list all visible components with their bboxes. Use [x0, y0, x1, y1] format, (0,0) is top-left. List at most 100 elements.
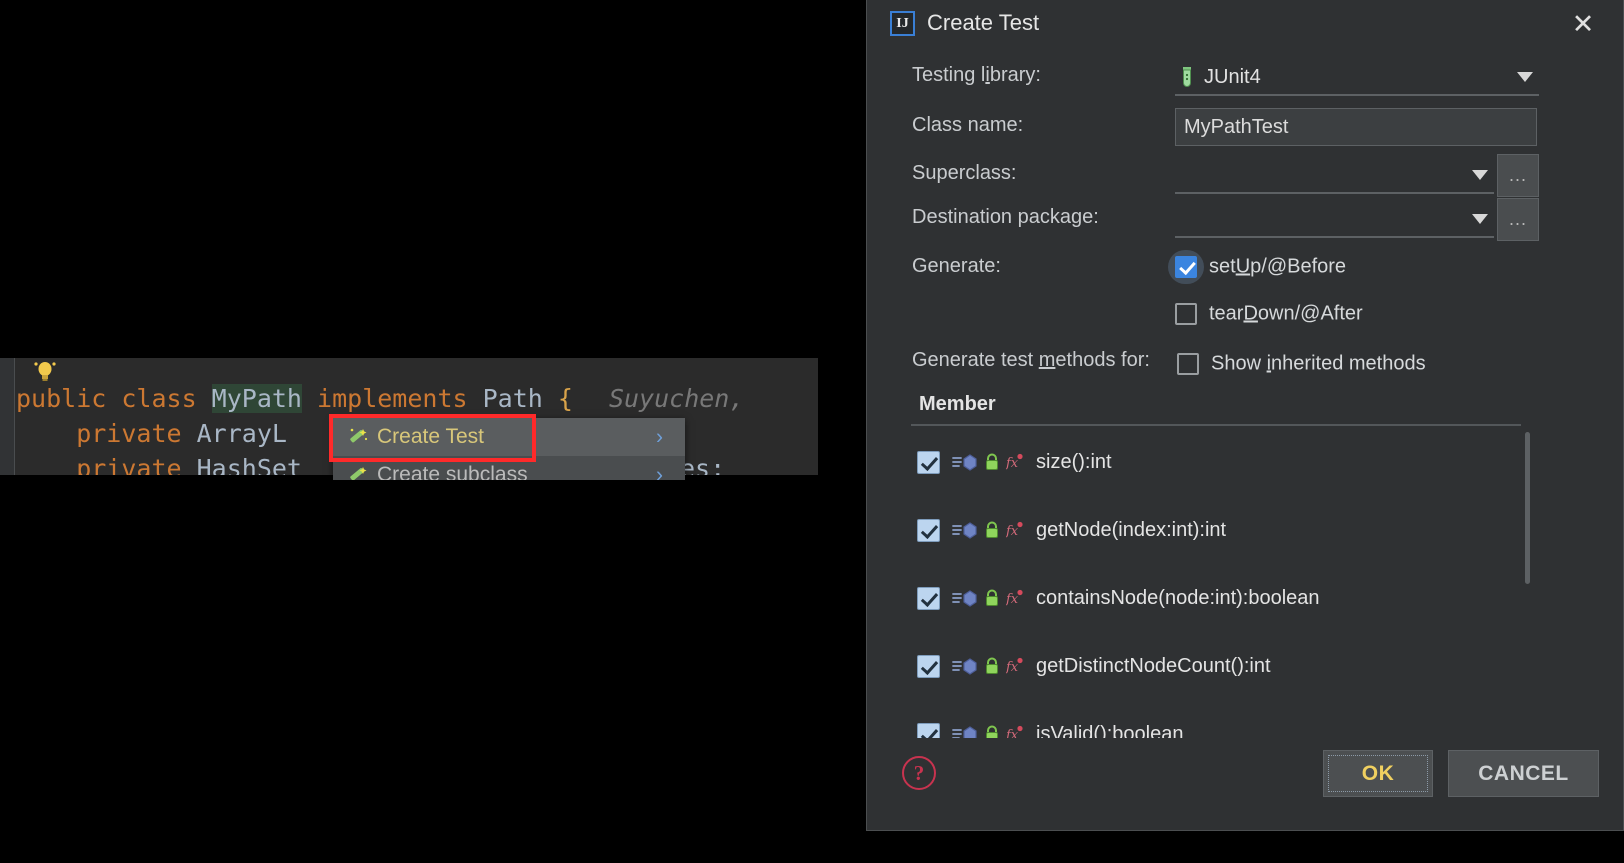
- setup-before-label: setUp/@Before: [1209, 256, 1346, 279]
- member-icon-group-1: fx: [952, 520, 1024, 540]
- teardown-label-pre: tear: [1209, 302, 1244, 325]
- member-name-2: containsNode(node:int):boolean: [1036, 586, 1320, 609]
- show-inherited-methods-label: Show inherited methods: [1211, 353, 1426, 376]
- member-list[interactable]: fx size():int fx getNode(index:int):int: [911, 428, 1529, 738]
- code-token-public: public: [16, 384, 122, 413]
- function-fx-icon: fx: [1006, 453, 1023, 471]
- field-row-destination-package: Destination package: ...: [877, 196, 1613, 248]
- chevron-right-icon: ›: [656, 425, 663, 449]
- code-token-path: Path: [467, 384, 558, 413]
- destination-package-combobox[interactable]: [1175, 202, 1494, 238]
- member-icon-group-3: fx: [952, 656, 1024, 676]
- override-method-icon: [952, 590, 977, 607]
- member-name-3: getDistinctNodeCount():int: [1036, 654, 1271, 677]
- field-row-class-name: Class name: MyPathTest: [877, 104, 1613, 152]
- context-menu-label: Create Test: [377, 425, 484, 448]
- member-checkbox-3[interactable]: [917, 654, 940, 678]
- code-token-implements: implements: [301, 384, 468, 413]
- function-fx-icon: fx: [1006, 589, 1023, 607]
- show-inherited-post: nherited methods: [1271, 352, 1426, 375]
- screen-root: public class MyPath implements Path { Suy…: [0, 0, 1624, 863]
- create-test-dialog: IJ Create Test ✕ Testing library: JUnit4…: [866, 0, 1624, 831]
- code-token-arraylist: ArrayL: [196, 419, 287, 448]
- code-token-hashset: HashSet: [196, 454, 302, 475]
- cancel-button[interactable]: CANCEL: [1448, 750, 1599, 797]
- member-checkbox-4[interactable]: [917, 722, 940, 738]
- close-icon[interactable]: ✕: [1567, 8, 1599, 40]
- magic-wand-icon-2: [346, 464, 368, 480]
- override-method-icon: [952, 726, 977, 738]
- testing-library-combobox[interactable]: JUnit4: [1175, 60, 1539, 96]
- magic-wand-icon: [346, 426, 368, 448]
- svg-text:fx: fx: [1006, 524, 1019, 539]
- class-name-input[interactable]: MyPathTest: [1175, 108, 1537, 146]
- setup-before-checkbox[interactable]: [1175, 256, 1197, 278]
- member-column-header: Member: [919, 393, 996, 415]
- show-inherited-methods-checkbox[interactable]: [1177, 353, 1199, 375]
- field-row-superclass: Superclass: ...: [877, 152, 1613, 197]
- dialog-titlebar: IJ Create Test ✕: [877, 0, 1613, 48]
- intellij-idea-icon-text: IJ: [896, 15, 909, 31]
- generate-methods-row: Generate test methods for: Show inherite…: [877, 342, 1613, 386]
- setup-label-pre: set: [1209, 255, 1236, 278]
- destination-package-label: Destination package:: [912, 206, 1099, 228]
- testing-library-label: Testing library:: [912, 64, 1041, 87]
- chevron-down-icon-package[interactable]: [1472, 214, 1488, 224]
- public-lock-icon: [986, 521, 998, 538]
- member-icon-group-0: fx: [952, 452, 1024, 472]
- superclass-combobox[interactable]: [1175, 158, 1494, 194]
- setup-label-mnemonic: U: [1235, 255, 1251, 278]
- code-token-class: class: [121, 384, 212, 413]
- member-header-divider: [911, 424, 1521, 426]
- teardown-after-label: tearDown/@After: [1209, 303, 1363, 326]
- ok-button[interactable]: OK: [1323, 750, 1433, 797]
- function-fx-icon: fx: [1006, 725, 1023, 738]
- chevron-right-icon-2: ›: [656, 463, 663, 481]
- destination-package-browse-button[interactable]: ...: [1497, 198, 1539, 241]
- teardown-label-post: own/@After: [1257, 302, 1363, 325]
- context-menu-label-2: Create subclass: [377, 463, 528, 480]
- member-name-4: isValid():boolean: [1036, 722, 1184, 739]
- lightbulb-icon[interactable]: [32, 360, 58, 382]
- public-lock-icon: [986, 453, 998, 470]
- svg-text:fx: fx: [1006, 660, 1019, 675]
- superclass-label: Superclass:: [912, 162, 1017, 184]
- public-lock-icon: [986, 657, 998, 674]
- context-menu-item-create-subclass[interactable]: Create subclass ›: [333, 456, 685, 480]
- generate-row-setup: Generate: setUp/@Before: [877, 248, 1613, 286]
- code-line-2: private ArrayL: [16, 419, 287, 448]
- member-list-scrollbar[interactable]: [1525, 432, 1530, 584]
- editor-context-menu[interactable]: Create Test › Create subclass ›: [333, 418, 685, 480]
- setup-label-post: p/@Before: [1250, 255, 1347, 278]
- generate-methods-label-post: ethods for:: [1055, 349, 1150, 371]
- svg-text:fx: fx: [1006, 728, 1019, 738]
- git-blame-annotation: Suyuchen,: [608, 384, 745, 413]
- superclass-browse-button[interactable]: ...: [1497, 154, 1539, 197]
- code-trailing-token: es;: [680, 454, 726, 475]
- table-row[interactable]: fx size():int: [911, 428, 1529, 496]
- table-row[interactable]: fx isValid():boolean: [911, 700, 1529, 738]
- function-fx-icon: fx: [1006, 521, 1023, 539]
- help-question-icon[interactable]: ?: [902, 756, 936, 790]
- chevron-down-icon-library[interactable]: [1517, 72, 1533, 82]
- generate-row-teardown: tearDown/@After: [877, 286, 1613, 342]
- teardown-after-checkbox[interactable]: [1175, 303, 1197, 325]
- member-checkbox-1[interactable]: [917, 518, 940, 542]
- generate-label: Generate:: [912, 255, 1001, 277]
- member-icon-group-2: fx: [952, 588, 1024, 608]
- testing-library-label-post: brary:: [989, 64, 1041, 86]
- member-checkbox-0[interactable]: [917, 450, 940, 474]
- chevron-down-icon-superclass[interactable]: [1472, 170, 1488, 180]
- code-token-brace: {: [557, 384, 573, 413]
- teardown-label-mnemonic: D: [1243, 302, 1258, 325]
- generate-methods-label-mnemonic: m: [1038, 349, 1056, 371]
- table-row[interactable]: fx containsNode(node:int):boolean: [911, 564, 1529, 632]
- code-trailing-text: es;: [680, 454, 725, 475]
- override-method-icon: [952, 658, 977, 675]
- table-row[interactable]: fx getNode(index:int):int: [911, 496, 1529, 564]
- table-row[interactable]: fx getDistinctNodeCount():int: [911, 632, 1529, 700]
- generate-methods-label: Generate test methods for:: [912, 349, 1150, 372]
- code-token-mypath: MyPath: [211, 384, 302, 413]
- member-checkbox-2[interactable]: [917, 586, 940, 610]
- context-menu-item-create-test[interactable]: Create Test ›: [333, 418, 685, 456]
